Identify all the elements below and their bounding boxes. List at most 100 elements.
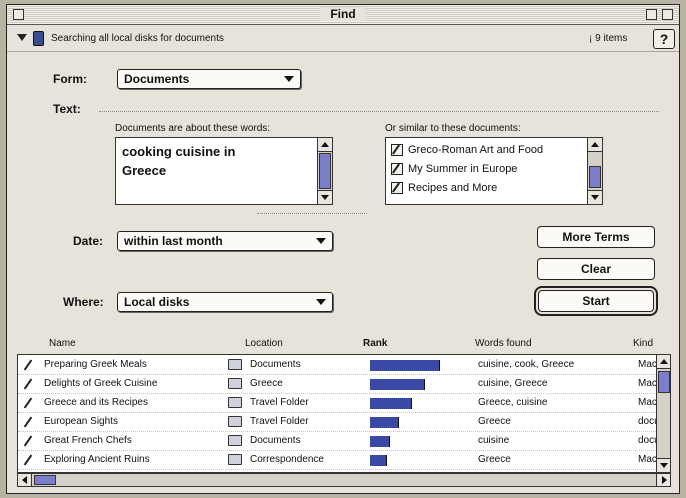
search-status-text: Searching all local disks for documents [51, 33, 224, 44]
scroll-left-icon[interactable] [18, 474, 32, 486]
folder-icon [228, 378, 242, 389]
words-label: Documents are about these words: [115, 123, 271, 134]
where-popup[interactable]: Local disks [117, 292, 333, 312]
document-icon [22, 359, 34, 371]
result-name: Great French Chefs [44, 435, 132, 446]
document-icon [22, 378, 34, 390]
table-row[interactable]: Preparing Greek Meals Documents cuisine, c… [18, 355, 660, 375]
scroll-up-icon[interactable] [657, 355, 670, 369]
similar-scrollbar[interactable] [587, 138, 602, 204]
results-scrollbar[interactable] [656, 355, 670, 472]
result-words-found: cuisine, Greece [478, 378, 548, 389]
rank-bar [370, 417, 440, 428]
disclosure-triangle-icon[interactable] [17, 34, 27, 41]
table-row[interactable]: Exploring Ancient Ruins Correspondence Gre… [18, 450, 660, 470]
column-header-words-found[interactable]: Words found [475, 338, 532, 349]
document-icon [22, 416, 34, 428]
scroll-down-icon[interactable] [657, 458, 670, 472]
document-icon [391, 163, 403, 175]
folder-icon [228, 435, 242, 446]
column-header-location[interactable]: Location [245, 338, 283, 349]
result-words-found: cuisine, cook, Greece [478, 359, 575, 370]
result-location: Documents [250, 359, 301, 370]
result-location: Travel Folder [250, 397, 309, 408]
table-row[interactable]: Delights of Greek Cuisine Greece cuisine, … [18, 374, 660, 394]
result-words-found: Greece, cuisine [478, 397, 548, 408]
date-popup[interactable]: within last month [117, 231, 333, 251]
title-bar[interactable]: Find [7, 5, 679, 25]
where-popup-value: Local disks [124, 295, 190, 309]
similar-label: Or similar to these documents: [385, 123, 521, 134]
table-row[interactable]: Greece and its Recipes Travel Folder Greec… [18, 393, 660, 413]
result-location: Travel Folder [250, 416, 309, 427]
result-name: Exploring Ancient Ruins [44, 454, 150, 465]
scroll-up-icon[interactable] [318, 138, 332, 152]
words-textbox[interactable]: cooking cuisine in Greece [115, 137, 333, 205]
rank-bar-fill [370, 436, 390, 447]
horizontal-scroll-thumb[interactable] [34, 475, 56, 485]
chevron-down-icon [316, 238, 326, 244]
folder-icon [228, 359, 242, 370]
scroll-right-icon[interactable] [656, 474, 670, 486]
rank-bar [370, 398, 440, 409]
result-name: Greece and its Recipes [44, 397, 148, 408]
column-header-name[interactable]: Name [49, 338, 76, 349]
result-name: Preparing Greek Meals [44, 359, 147, 370]
scroll-thumb[interactable] [319, 153, 331, 189]
date-popup-value: within last month [124, 234, 223, 248]
words-scrollbar[interactable] [317, 138, 332, 204]
column-header-kind[interactable]: Kind [633, 338, 653, 349]
scroll-thumb[interactable] [658, 371, 670, 393]
chevron-down-icon [284, 76, 294, 82]
scroll-down-icon[interactable] [318, 190, 332, 204]
table-row[interactable]: European SightsTravel FolderGreecedocum [18, 412, 660, 432]
item-count: ¡ 9 items [589, 33, 628, 44]
chevron-down-icon [316, 299, 326, 305]
folder-icon [228, 454, 242, 465]
window-title: Find [7, 7, 679, 21]
status-row: Searching all local disks for documents … [7, 26, 679, 52]
result-name: European Sights [44, 416, 118, 427]
help-button[interactable]: ? [653, 29, 675, 49]
text-section-bottom-divider [257, 213, 367, 214]
text-label: Text: [53, 102, 81, 116]
similar-doc-item[interactable]: Greco-Roman Art and Food [390, 141, 543, 159]
column-header-rank[interactable]: Rank [363, 338, 387, 349]
similar-doc-item[interactable]: Recipes and More [390, 179, 497, 197]
document-icon [391, 182, 403, 194]
form-popup-value: Documents [124, 72, 190, 86]
results-horizontal-scrollbar[interactable] [17, 473, 671, 487]
rank-bar [370, 360, 440, 371]
folder-icon [228, 416, 242, 427]
scroll-down-icon[interactable] [588, 190, 602, 204]
scroll-thumb[interactable] [589, 166, 601, 188]
result-words-found: Greece [478, 454, 511, 465]
similar-doc-item[interactable]: My Summer in Europe [390, 160, 517, 178]
rank-bar-fill [370, 455, 387, 466]
document-icon [22, 435, 34, 447]
form-popup[interactable]: Documents [117, 69, 301, 89]
rank-bar-fill [370, 398, 412, 409]
result-location: Greece [250, 378, 283, 389]
start-button[interactable]: Start [538, 290, 654, 312]
document-icon [22, 397, 34, 409]
clear-button[interactable]: Clear [537, 258, 655, 280]
words-input-value: cooking cuisine in Greece [122, 144, 236, 178]
scroll-up-icon[interactable] [588, 138, 602, 152]
form-label: Form: [53, 72, 87, 86]
disk-icon [33, 31, 44, 46]
result-name: Delights of Greek Cuisine [44, 378, 158, 389]
text-section-divider [99, 111, 659, 112]
collapse-box-icon[interactable] [662, 9, 673, 20]
document-icon [22, 454, 34, 466]
zoom-box-icon[interactable] [646, 9, 657, 20]
result-words-found: cuisine [478, 435, 510, 446]
rank-bar-fill [370, 360, 440, 371]
where-label: Where: [63, 295, 104, 309]
table-row[interactable]: Great French ChefsDocumentscuisinedocum [18, 431, 660, 451]
rank-bar-fill [370, 417, 399, 428]
result-words-found: Greece [478, 416, 511, 427]
more-terms-button[interactable]: More Terms [537, 226, 655, 248]
similar-docs-list[interactable]: Greco-Roman Art and Food My Summer in Eu… [385, 137, 603, 205]
results-list[interactable]: Preparing Greek Meals Documents cuisine, c… [17, 354, 671, 473]
